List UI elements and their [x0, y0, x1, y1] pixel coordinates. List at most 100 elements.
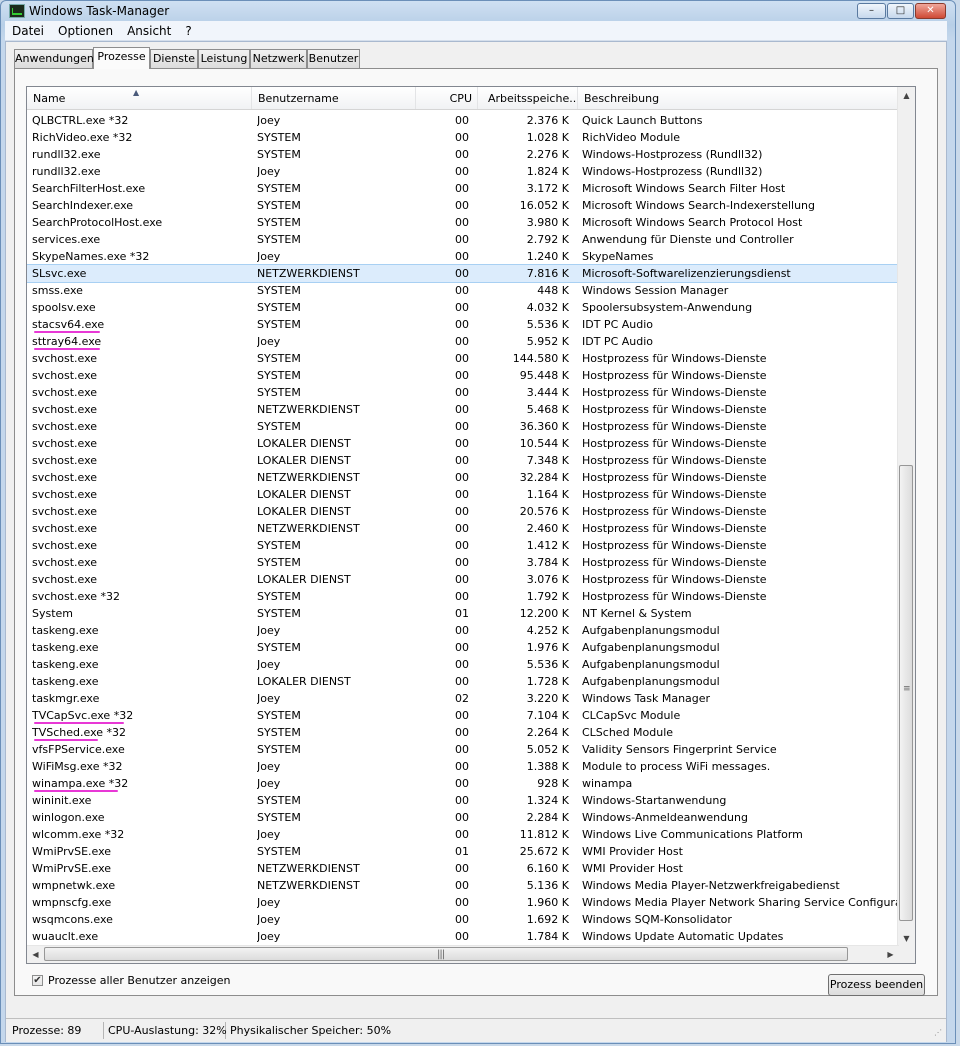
vertical-scrollbar[interactable]: ▲ ≡ ▼ — [897, 87, 915, 947]
maximize-button[interactable]: □ — [887, 3, 914, 19]
horizontal-scrollbar[interactable]: ◀ ||| ▶ — [27, 945, 899, 963]
process-description: winampa — [582, 777, 633, 790]
table-row[interactable]: svchost.exe LOKALER DIENST 00 3.076 K Hostpr… — [27, 571, 899, 588]
column-header-description[interactable]: Beschreibung — [578, 87, 899, 109]
process-description: Hostprozess für Windows-Dienste — [582, 352, 767, 365]
table-row[interactable]: wmpnscfg.exe Joey 00 1.960 K Windows Media P… — [27, 894, 899, 911]
title-bar[interactable]: Windows Task-Manager – □ ✕ — [1, 1, 955, 21]
table-row[interactable]: SearchFilterHost.exe SYSTEM 00 3.172 K Micro… — [27, 180, 899, 197]
scroll-up-icon[interactable]: ▲ — [898, 87, 915, 104]
table-row[interactable]: SearchProtocolHost.exe SYSTEM 00 3.980 K Mic… — [27, 214, 899, 231]
process-name: SLsvc.exe — [32, 267, 87, 280]
table-row[interactable]: WmiPrvSE.exe SYSTEM 01 25.672 K WMI Provider… — [27, 843, 899, 860]
table-row[interactable]: winampa.exe *32 Joey 00 928 K winampa — [27, 775, 899, 792]
table-row[interactable]: SkypeNames.exe *32 Joey 00 1.240 K SkypeName… — [27, 248, 899, 265]
table-row[interactable]: rundll32.exe SYSTEM 00 2.276 K Windows-Hostp… — [27, 146, 899, 163]
menu-ansicht[interactable]: Ansicht — [120, 21, 178, 40]
table-row[interactable]: TVSched.exe *32 SYSTEM 00 2.264 K CLSched Mo… — [27, 724, 899, 741]
table-row[interactable]: taskeng.exe SYSTEM 00 1.976 K Aufgabenplanun… — [27, 639, 899, 656]
process-name: wsqmcons.exe — [32, 913, 113, 926]
tab-benutzer[interactable]: Benutzer — [307, 49, 360, 68]
process-user: Joey — [257, 165, 281, 178]
table-row[interactable]: wlcomm.exe *32 Joey 00 11.812 K Windows Live… — [27, 826, 899, 843]
table-row[interactable]: svchost.exe LOKALER DIENST 00 20.576 K Hostp… — [27, 503, 899, 520]
table-row[interactable]: svchost.exe NETZWERKDIENST 00 2.460 K Hostpr… — [27, 520, 899, 537]
scroll-down-icon[interactable]: ▼ — [898, 930, 915, 947]
table-row[interactable]: svchost.exe LOKALER DIENST 00 1.164 K Hostpr… — [27, 486, 899, 503]
process-user: SYSTEM — [257, 182, 301, 195]
table-row[interactable]: vfsFPService.exe SYSTEM 00 5.052 K Validity … — [27, 741, 899, 758]
tab-anwendungen[interactable]: Anwendungen — [14, 49, 94, 68]
close-button[interactable]: ✕ — [915, 3, 946, 19]
horizontal-scroll-thumb[interactable]: ||| — [44, 947, 848, 961]
table-row[interactable]: svchost.exe SYSTEM 00 1.412 K Hostprozess fü… — [27, 537, 899, 554]
menu-optionen[interactable]: Optionen — [51, 21, 120, 40]
table-row[interactable]: SearchIndexer.exe SYSTEM 00 16.052 K Microso… — [27, 197, 899, 214]
table-row[interactable]: RichVideo.exe *32 SYSTEM 00 1.028 K RichVide… — [27, 129, 899, 146]
process-name: svchost.exe — [32, 420, 98, 433]
table-row[interactable]: rundll32.exe Joey 00 1.824 K Windows-Hostpro… — [27, 163, 899, 180]
table-row[interactable]: spoolsv.exe SYSTEM 00 4.032 K Spoolersubsyst… — [27, 299, 899, 316]
table-row[interactable]: wsqmcons.exe Joey 00 1.692 K Windows SQM-Kon… — [27, 911, 899, 928]
vertical-scroll-thumb[interactable]: ≡ — [899, 465, 913, 921]
menu-help[interactable]: ? — [178, 21, 198, 40]
table-row[interactable]: wininit.exe SYSTEM 00 1.324 K Windows-Starta… — [27, 792, 899, 809]
table-row[interactable]: svchost.exe SYSTEM 00 36.360 K Hostprozess f… — [27, 418, 899, 435]
table-row[interactable]: WiFiMsg.exe *32 Joey 00 1.388 K Module to pr… — [27, 758, 899, 775]
minimize-button[interactable]: – — [857, 3, 886, 19]
tab-dienste[interactable]: Dienste — [150, 49, 198, 68]
table-row[interactable]: taskmgr.exe Joey 02 3.220 K Windows Task Man… — [27, 690, 899, 707]
tab-netzwerk[interactable]: Netzwerk — [250, 49, 307, 68]
table-row[interactable]: taskeng.exe Joey 00 4.252 K Aufgabenplanungs… — [27, 622, 899, 639]
process-cpu: 00 — [455, 930, 469, 943]
table-row[interactable]: WmiPrvSE.exe NETZWERKDIENST 00 6.160 K WMI P… — [27, 860, 899, 877]
column-header-cpu[interactable]: CPU — [416, 87, 478, 109]
show-all-users-checkbox[interactable]: ✔ — [32, 975, 43, 986]
scroll-right-icon[interactable]: ▶ — [882, 946, 899, 963]
table-row[interactable]: sttray64.exe Joey 00 5.952 K IDT PC Audio — [27, 333, 899, 350]
table-row[interactable]: wmpnetwk.exe NETZWERKDIENST 00 5.136 K Windo… — [27, 877, 899, 894]
process-cpu: 00 — [455, 811, 469, 824]
table-row[interactable]: svchost.exe SYSTEM 00 3.444 K Hostprozess fü… — [27, 384, 899, 401]
table-row[interactable]: services.exe SYSTEM 00 2.792 K Anwendung für… — [27, 231, 899, 248]
scroll-left-icon[interactable]: ◀ — [27, 946, 44, 963]
process-description: Hostprozess für Windows-Dienste — [582, 488, 767, 501]
process-user: LOKALER DIENST — [257, 454, 351, 467]
tab-leistung[interactable]: Leistung — [198, 49, 250, 68]
process-user: NETZWERKDIENST — [257, 879, 360, 892]
process-name: SearchIndexer.exe — [32, 199, 134, 212]
process-list[interactable]: Name ▲ Benutzername CPU Arbeitsspeiche..… — [26, 86, 916, 964]
process-description: Hostprozess für Windows-Dienste — [582, 386, 767, 399]
table-row[interactable]: svchost.exe NETZWERKDIENST 00 5.468 K Hostpr… — [27, 401, 899, 418]
end-process-button[interactable]: Prozess beenden — [828, 974, 925, 996]
table-row[interactable]: taskeng.exe LOKALER DIENST 00 1.728 K Aufgab… — [27, 673, 899, 690]
column-header-name[interactable]: Name ▲ — [27, 87, 252, 109]
column-header-user[interactable]: Benutzername — [252, 87, 416, 109]
table-row[interactable]: TVCapSvc.exe *32 SYSTEM 00 7.104 K CLCapSvc … — [27, 707, 899, 724]
process-description: Hostprozess für Windows-Dienste — [582, 437, 767, 450]
table-row[interactable]: svchost.exe SYSTEM 00 144.580 K Hostprozess … — [27, 350, 899, 367]
table-row[interactable]: svchost.exe NETZWERKDIENST 00 32.284 K Hostp… — [27, 469, 899, 486]
resize-grip-icon[interactable]: ⋰ — [934, 1029, 944, 1040]
menu-datei[interactable]: Datei — [5, 21, 51, 40]
table-row[interactable]: smss.exe SYSTEM 00 448 K Windows Session Man… — [27, 282, 899, 299]
table-row[interactable]: svchost.exe SYSTEM 00 95.448 K Hostprozess f… — [27, 367, 899, 384]
table-row[interactable]: QLBCTRL.exe *32 Joey 00 2.376 K Quick Launch… — [27, 112, 899, 129]
table-row[interactable]: winlogon.exe SYSTEM 00 2.284 K Windows-Anmel… — [27, 809, 899, 826]
table-row[interactable]: wuauclt.exe Joey 00 1.784 K Windows Update A… — [27, 928, 899, 945]
table-row[interactable]: SLsvc.exe NETZWERKDIENST 00 7.816 K Microsof… — [27, 264, 899, 283]
tab-prozesse[interactable]: Prozesse — [93, 47, 150, 69]
table-row[interactable]: taskeng.exe Joey 00 5.536 K Aufgabenplanungs… — [27, 656, 899, 673]
table-row[interactable]: svchost.exe *32 SYSTEM 00 1.792 K Hostprozes… — [27, 588, 899, 605]
table-row[interactable]: svchost.exe LOKALER DIENST 00 10.544 K Hostp… — [27, 435, 899, 452]
table-row[interactable]: stacsv64.exe SYSTEM 00 5.536 K IDT PC Audio — [27, 316, 899, 333]
process-memory: 32.284 K — [519, 471, 569, 484]
table-row[interactable]: System SYSTEM 01 12.200 K NT Kernel & System — [27, 605, 899, 622]
column-header-memory[interactable]: Arbeitsspeiche... — [478, 87, 578, 109]
process-user: NETZWERKDIENST — [257, 267, 360, 280]
table-row[interactable]: svchost.exe SYSTEM 00 3.784 K Hostprozess fü… — [27, 554, 899, 571]
process-name: taskmgr.exe — [32, 692, 100, 705]
table-row[interactable]: svchost.exe LOKALER DIENST 00 7.348 K Hostpr… — [27, 452, 899, 469]
process-cpu: 00 — [455, 488, 469, 501]
process-name: rundll32.exe — [32, 165, 101, 178]
